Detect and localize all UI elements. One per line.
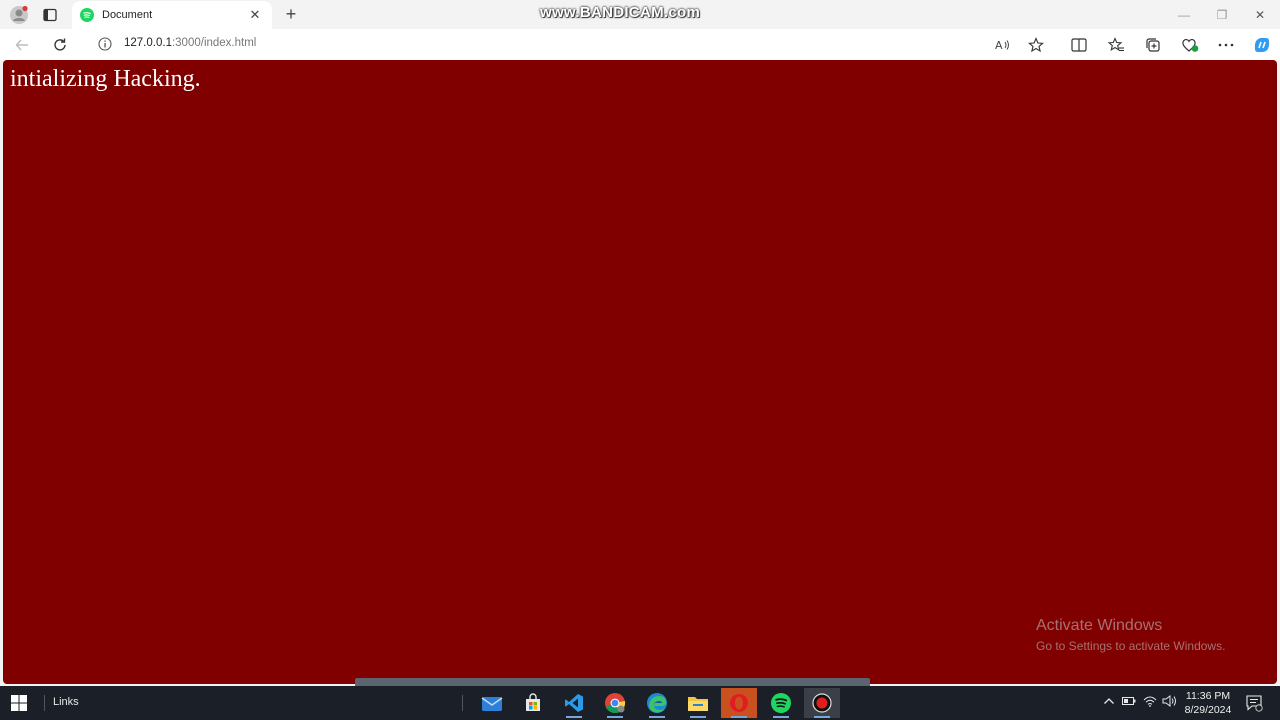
profile-icon[interactable] bbox=[5, 4, 33, 26]
spotify-icon[interactable] bbox=[763, 688, 799, 718]
bandicam-control-bar[interactable] bbox=[355, 678, 870, 686]
back-icon[interactable] bbox=[10, 34, 34, 56]
read-aloud-icon[interactable]: A bbox=[992, 35, 1014, 55]
windows-start-icon[interactable] bbox=[10, 694, 28, 712]
links-toolbar[interactable]: Links bbox=[53, 696, 79, 708]
new-tab-icon[interactable]: + bbox=[280, 3, 302, 25]
navigation-bar: 127.0.0.1:3000/index.html A bbox=[0, 29, 1280, 60]
page-viewport: intializing Hacking. Activate Windows Go… bbox=[3, 60, 1277, 684]
tab-strip: Document ✕ + www.BANDICAM.com — ❐ ✕ bbox=[0, 0, 1280, 29]
close-window-icon[interactable]: ✕ bbox=[1242, 5, 1278, 25]
wifi-icon[interactable] bbox=[1143, 695, 1157, 710]
opera-icon[interactable] bbox=[721, 688, 757, 718]
taskbar-separator bbox=[44, 695, 45, 711]
notification-center-icon[interactable] bbox=[1245, 694, 1263, 715]
refresh-icon[interactable] bbox=[48, 34, 72, 56]
tab-actions-icon[interactable] bbox=[36, 4, 64, 26]
split-screen-icon[interactable] bbox=[1068, 35, 1090, 55]
taskbar-separator-2 bbox=[462, 695, 463, 711]
store-icon[interactable] bbox=[515, 688, 551, 718]
activate-windows-title: Activate Windows bbox=[1036, 617, 1163, 634]
spotify-favicon-icon bbox=[80, 8, 94, 22]
svg-text:A: A bbox=[995, 39, 1003, 52]
minimize-icon[interactable]: — bbox=[1166, 5, 1202, 25]
restore-icon[interactable]: ❐ bbox=[1204, 5, 1240, 25]
chrome-icon[interactable] bbox=[597, 688, 633, 718]
battery-icon[interactable] bbox=[1122, 695, 1136, 709]
url-path: :3000/index.html bbox=[171, 37, 257, 49]
volume-icon[interactable] bbox=[1162, 695, 1177, 710]
browser-essentials-icon[interactable] bbox=[1179, 35, 1201, 55]
show-hidden-icons-chevron-icon[interactable] bbox=[1103, 695, 1115, 709]
collections-icon[interactable] bbox=[1142, 35, 1164, 55]
tab-title: Document bbox=[102, 9, 153, 21]
edge-icon[interactable] bbox=[639, 688, 675, 718]
more-options-icon[interactable] bbox=[1215, 35, 1237, 55]
clock-time: 11:36 PM bbox=[1185, 690, 1231, 702]
bandicam-icon[interactable] bbox=[804, 688, 840, 718]
file-explorer-icon[interactable] bbox=[680, 688, 716, 718]
activate-windows-watermark: Activate Windows Go to Settings to activ… bbox=[1036, 617, 1225, 653]
activate-windows-subtitle: Go to Settings to activate Windows. bbox=[1036, 639, 1226, 653]
taskbar: Links 11:36 PM 8/29/2024 bbox=[0, 686, 1280, 720]
tab-close-icon[interactable]: ✕ bbox=[246, 7, 264, 23]
clock-date: 8/29/2024 bbox=[1184, 704, 1232, 716]
vscode-icon[interactable] bbox=[556, 688, 592, 718]
address-bar[interactable]: 127.0.0.1:3000/index.html bbox=[86, 32, 1056, 56]
site-info-icon[interactable] bbox=[98, 37, 112, 51]
favorite-star-icon[interactable] bbox=[1025, 35, 1047, 55]
copilot-icon[interactable] bbox=[1251, 35, 1273, 55]
system-clock[interactable]: 11:36 PM 8/29/2024 bbox=[1183, 689, 1233, 717]
tab-document[interactable]: Document ✕ bbox=[72, 1, 272, 29]
favorites-icon[interactable] bbox=[1105, 35, 1127, 55]
mail-icon[interactable] bbox=[474, 688, 510, 718]
url-text: 127.0.0.1:3000/index.html bbox=[124, 37, 256, 49]
page-heading-text: intializing Hacking. bbox=[10, 66, 201, 92]
bandicam-watermark: www.BANDICAM.com bbox=[540, 4, 701, 21]
url-host: 127.0.0.1 bbox=[124, 37, 172, 49]
